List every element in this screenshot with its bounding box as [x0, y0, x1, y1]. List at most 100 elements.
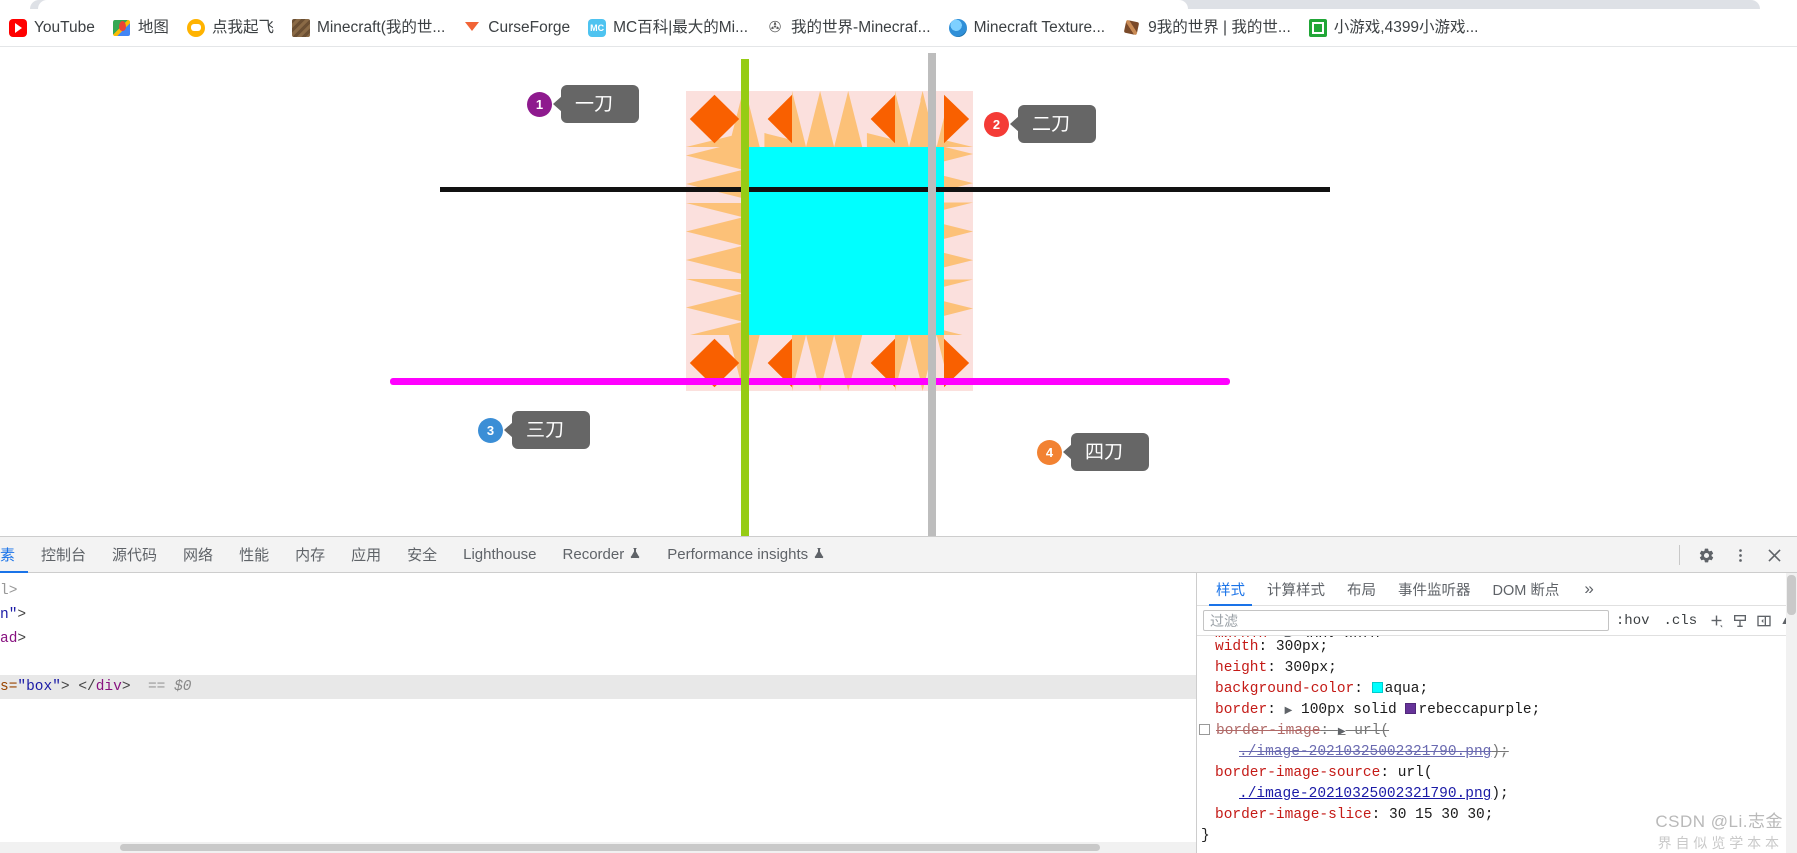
bookmark-item-6[interactable]: MC MC百科|最大的Mi... [579, 14, 757, 42]
css-declaration-2[interactable]: width: 300px; [1197, 637, 1797, 658]
devtools-tab-6[interactable]: 内存 [282, 537, 338, 573]
dom-line-4[interactable] [0, 651, 1196, 675]
css-declaration-5[interactable]: border: ▶ 100px solid rebeccapurple; [1197, 700, 1797, 721]
devtools-tab-5[interactable]: 性能 [226, 537, 282, 573]
dom-line-5[interactable]: s="box"> </div> == $0 [0, 675, 1196, 699]
browser-window: YouTube 地图 点我起飞 Minecraft(我的世... CurseForge M… [0, 0, 1797, 853]
bookmark-item-10[interactable]: 小游戏,4399小游戏... [1300, 14, 1488, 42]
devtools-tab-label: 内存 [295, 547, 326, 564]
4399-icon [1308, 18, 1327, 37]
new-style-rule-icon[interactable] [1704, 610, 1728, 632]
cls-toggle[interactable]: .cls [1657, 613, 1705, 629]
styles-filter-input[interactable]: 过滤 [1203, 610, 1609, 631]
devtools-tab-label: Recorder [562, 546, 625, 563]
toolbar-divider [1679, 545, 1680, 565]
minecraft-wiki-icon [766, 18, 785, 37]
nine-minecraft-icon [1123, 18, 1142, 37]
styles-tab-4[interactable]: 事件监听器 [1387, 573, 1482, 606]
styles-outer-scrollbar[interactable] [1786, 573, 1797, 853]
dom-scroll-thumb[interactable] [120, 844, 1100, 851]
color-swatch[interactable] [1405, 703, 1417, 714]
css-declaration-7[interactable]: border-image-source: url( [1197, 763, 1797, 784]
callout-4-label: 四刀 [1085, 441, 1124, 463]
bookmarks-bar: YouTube 地图 点我起飞 Minecraft(我的世... CurseForge M… [0, 9, 1797, 47]
bookmark-label: 我的世界-Minecraf... [791, 18, 931, 36]
hov-toggle[interactable]: :hov [1609, 613, 1657, 629]
callout-4-bubble: 四刀 [1071, 433, 1149, 471]
devtools-tab-label: 性能 [239, 547, 270, 564]
more-options-icon[interactable] [1725, 540, 1755, 570]
devtools-tab-4[interactable]: 网络 [170, 537, 226, 573]
callout-1-bubble: 一刀 [561, 85, 639, 123]
computed-styles-sidebar-icon[interactable] [1728, 610, 1752, 632]
styles-tab-2[interactable]: 计算样式 [1256, 573, 1336, 606]
settings-gear-icon[interactable] [1691, 540, 1721, 570]
devtools-tab-10[interactable]: Recorder [550, 537, 655, 573]
devtools-tab-2[interactable]: 控制台 [28, 537, 99, 573]
bookmark-label: 点我起飞 [211, 18, 274, 36]
bookmark-item-8[interactable]: Minecraft Texture... [940, 14, 1115, 42]
callout-1-label: 一刀 [575, 93, 614, 115]
devtools-tab-7[interactable]: 应用 [338, 537, 394, 573]
devtools-tab-label: Performance insights [667, 546, 809, 563]
devtools-tab-1[interactable]: 素 [0, 537, 29, 573]
close-devtools-icon[interactable] [1759, 540, 1789, 570]
callout-3-bubble: 三刀 [512, 411, 590, 449]
color-swatch[interactable] [1371, 682, 1383, 693]
guide-line-green [741, 59, 749, 536]
minecraft-block-icon [291, 18, 310, 37]
bookmark-item-2[interactable]: 地图 [104, 14, 178, 42]
css-declaration-6-value[interactable]: ./image-20210325002321790.png); [1197, 742, 1797, 763]
styles-tab-5[interactable]: DOM 断点 [1482, 573, 1571, 606]
css-declaration-7-value[interactable]: ./image-20210325002321790.png); [1197, 784, 1797, 805]
page-viewport: 1 一刀 2 二刀 3 三刀 4 四刀 [0, 47, 1797, 536]
css-declaration-6[interactable]: border-image: ▶ url( [1197, 721, 1797, 742]
watermark-secondary: 界 自 似 览 学 本 本 [1657, 835, 1779, 851]
google-maps-icon [112, 18, 131, 37]
bookmark-label: Minecraft Texture... [973, 18, 1106, 36]
takeoff-icon [186, 18, 205, 37]
devtools-tab-9[interactable]: Lighthouse [450, 537, 549, 573]
toggle-sidebar-icon[interactable] [1752, 610, 1776, 632]
styles-tab-3[interactable]: 布局 [1336, 573, 1387, 606]
callout-3-badge: 3 [478, 417, 503, 443]
styles-tabs-overflow-icon[interactable]: » [1576, 579, 1601, 599]
bookmark-item-3[interactable]: 点我起飞 [178, 14, 283, 42]
dom-line-3[interactable]: ad> [0, 627, 1196, 651]
dom-tree-pane[interactable]: l> n"> ad> s="box"> </div> == $0 [0, 573, 1196, 853]
dom-line-2[interactable]: n"> [0, 603, 1196, 627]
styles-tabbar: 样式 计算样式 布局 事件监听器 DOM 断点» [1197, 573, 1797, 606]
devtools-tab-label: 网络 [183, 547, 214, 564]
bookmark-label: 小游戏,4399小游戏... [1333, 18, 1479, 36]
callout-2-label: 二刀 [1032, 113, 1071, 135]
dom-line-1[interactable]: l> [0, 579, 1196, 603]
bookmark-item-9[interactable]: 9我的世界 | 我的世... [1114, 14, 1300, 42]
devtools-panel: 素 控制台 源代码 网络 性能 内存 应用 安全 Lighthouse Recorder Perfo… [0, 536, 1797, 853]
devtools-toolbar-actions [1672, 537, 1789, 573]
devtools-tab-11[interactable]: Performance insights [654, 537, 838, 573]
bookmark-item-1[interactable]: YouTube [0, 14, 104, 42]
watermark-csdn: CSDN @Li.志金 [1655, 812, 1783, 831]
disable-property-checkbox[interactable] [1199, 724, 1210, 735]
devtools-tab-label: 控制台 [41, 547, 87, 564]
bookmark-item-7[interactable]: 我的世界-Minecraf... [757, 14, 940, 42]
bookmark-item-4[interactable]: Minecraft(我的世... [283, 14, 454, 42]
bookmark-item-5[interactable]: CurseForge [454, 14, 579, 42]
dom-horizontal-scrollbar[interactable] [0, 842, 1196, 853]
bookmark-label: 9我的世界 | 我的世... [1148, 18, 1291, 36]
callout-3: 3 三刀 [478, 411, 590, 449]
styles-outer-scroll-thumb[interactable] [1787, 575, 1796, 615]
devtools-tab-label: 素 [0, 547, 16, 564]
callout-2-bubble: 二刀 [1018, 105, 1096, 143]
styles-tab-1[interactable]: 样式 [1205, 573, 1256, 606]
css-declaration-4[interactable]: background-color: aqua; [1197, 679, 1797, 700]
styles-filter-bar: 过滤 :hov .cls ▲ [1197, 606, 1797, 636]
devtools-tab-8[interactable]: 安全 [394, 537, 450, 573]
guide-line-gray [928, 53, 936, 536]
bookmark-label: 地图 [137, 18, 169, 36]
css-declaration-3[interactable]: height: 300px; [1197, 658, 1797, 679]
devtools-tab-label: 应用 [351, 547, 382, 564]
callout-1: 1 一刀 [527, 85, 639, 123]
devtools-tab-3[interactable]: 源代码 [99, 537, 170, 573]
styles-sidebar: 样式计算样式布局事件监听器DOM 断点» 过滤 :hov .cls ▲ [1196, 573, 1797, 853]
